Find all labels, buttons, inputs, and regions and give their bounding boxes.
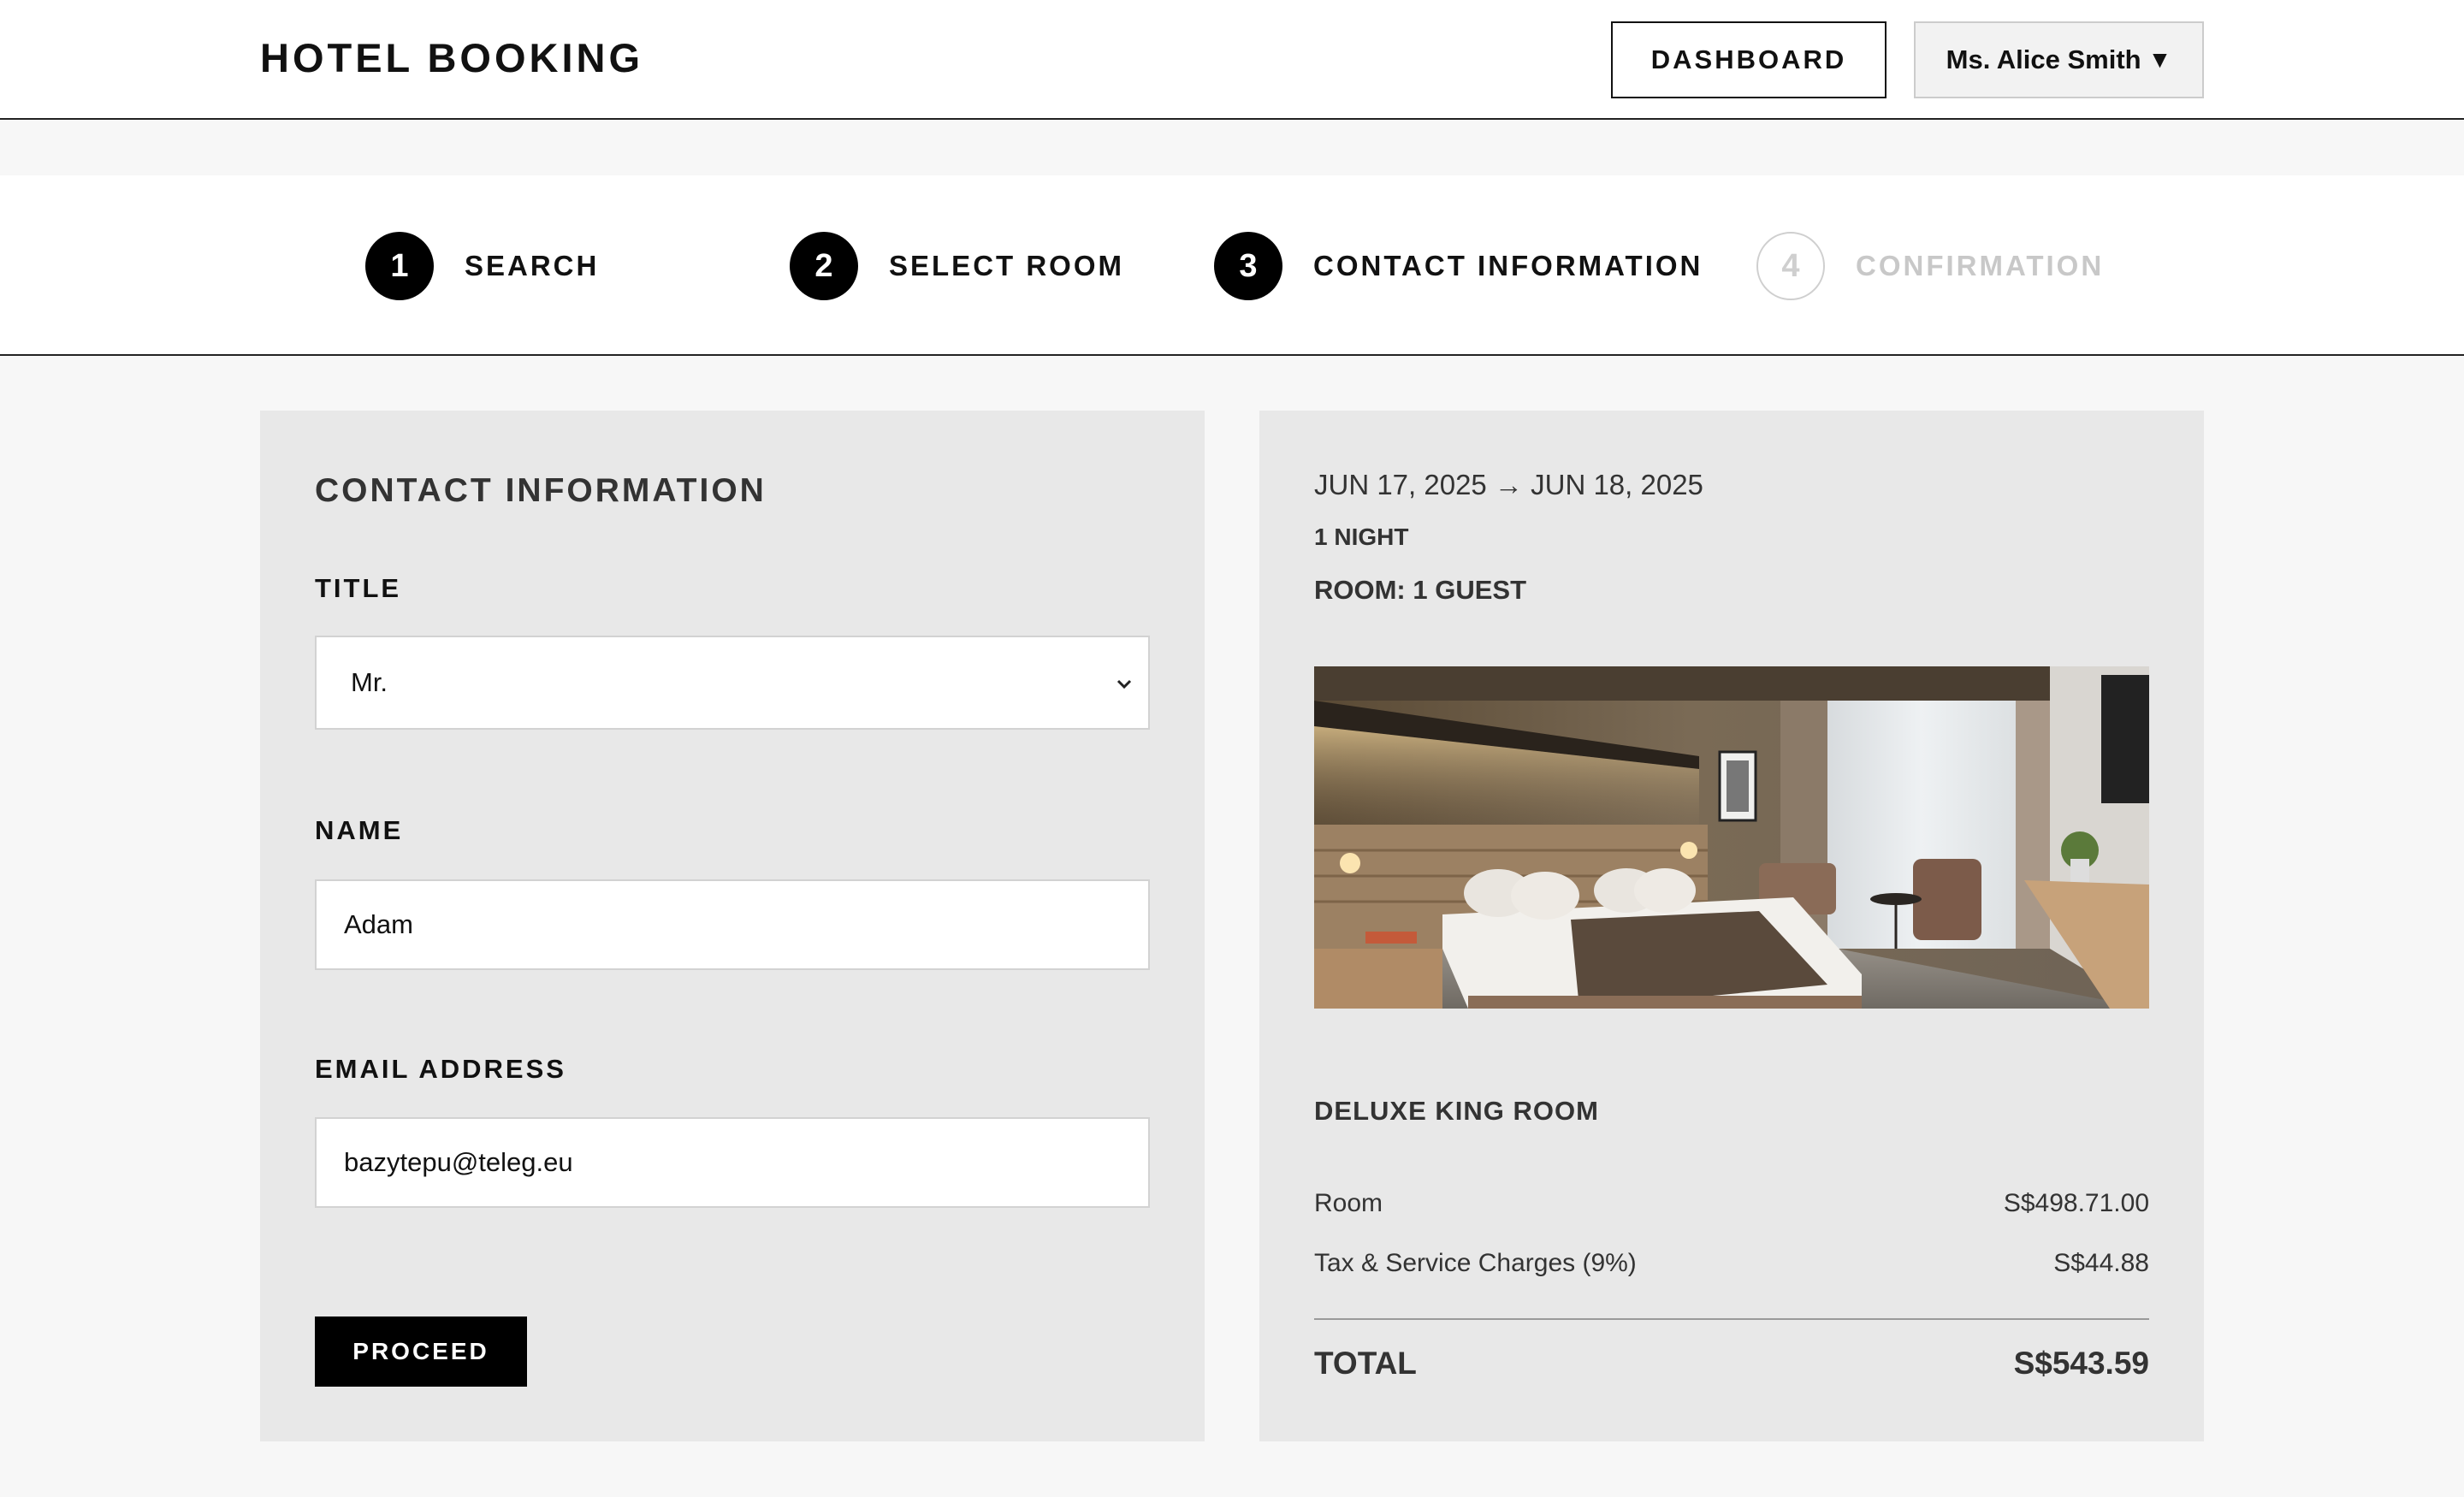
step-label: SEARCH xyxy=(465,250,600,281)
step-label: CONFIRMATION xyxy=(1856,250,2105,281)
step-search: 1 SEARCH xyxy=(365,231,599,301)
name-field-label: NAME xyxy=(315,815,404,845)
total-price-label: TOTAL xyxy=(1314,1346,1417,1381)
email-field-label: EMAIL ADDRESS xyxy=(315,1054,566,1084)
form-title: CONTACT INFORMATION xyxy=(315,472,767,509)
title-select-value: Mr. xyxy=(351,667,388,697)
title-select[interactable]: Mr. xyxy=(315,636,1150,730)
name-input[interactable]: Adam xyxy=(315,879,1150,970)
total-price-value: S$543.59 xyxy=(2013,1346,2149,1381)
user-menu-button[interactable]: Ms. Alice Smith ▼ xyxy=(1914,21,2204,98)
room-guests: ROOM: 1 GUEST xyxy=(1314,575,1527,605)
contact-form-panel: CONTACT INFORMATION TITLE Mr. NAME Adam … xyxy=(260,411,1205,1441)
chevron-down-icon xyxy=(1116,670,1133,696)
room-price-row: Room S$498.71.00 xyxy=(1314,1189,2149,1218)
caret-down-icon: ▼ xyxy=(2147,46,2172,73)
top-header: HOTEL BOOKING DASHBOARD Ms. Alice Smith … xyxy=(0,0,2464,120)
dashboard-button[interactable]: DASHBOARD xyxy=(1611,21,1886,98)
step-number: 2 xyxy=(790,232,858,300)
user-name-label: Ms. Alice Smith xyxy=(1946,44,2141,74)
brand-title: HOTEL BOOKING xyxy=(260,35,644,80)
step-confirmation: 4 CONFIRMATION xyxy=(1756,231,2104,301)
tax-price-row: Tax & Service Charges (9%) S$44.88 xyxy=(1314,1249,2149,1278)
step-label: SELECT ROOM xyxy=(889,250,1125,281)
tax-price-value: S$44.88 xyxy=(2053,1249,2149,1277)
booking-summary-panel: JUN 17, 2025 → JUN 18, 2025 1 NIGHT ROOM… xyxy=(1259,411,2204,1441)
step-select-room: 2 SELECT ROOM xyxy=(790,231,1124,301)
step-label: CONTACT INFORMATION xyxy=(1313,250,1703,281)
nights-count: 1 NIGHT xyxy=(1314,524,1409,550)
booking-stepper: 1 SEARCH 2 SELECT ROOM 3 CONTACT INFORMA… xyxy=(0,175,2464,356)
room-photo xyxy=(1314,666,2149,1009)
room-price-value: S$498.71.00 xyxy=(2003,1189,2149,1217)
proceed-button[interactable]: PROCEED xyxy=(315,1317,527,1387)
step-number: 3 xyxy=(1214,232,1282,300)
stay-dates: JUN 17, 2025 → JUN 18, 2025 xyxy=(1314,469,1703,500)
step-number: 4 xyxy=(1756,232,1825,300)
tax-price-label: Tax & Service Charges (9%) xyxy=(1314,1249,1637,1277)
title-field-label: TITLE xyxy=(315,573,402,603)
step-contact-information: 3 CONTACT INFORMATION xyxy=(1214,231,1703,301)
room-name: DELUXE KING ROOM xyxy=(1314,1096,1599,1126)
summary-divider xyxy=(1314,1318,2149,1320)
email-input[interactable]: bazytepu@teleg.eu xyxy=(315,1117,1150,1208)
total-price-row: TOTAL S$543.59 xyxy=(1314,1346,2149,1382)
room-price-label: Room xyxy=(1314,1189,1383,1217)
step-number: 1 xyxy=(365,232,434,300)
